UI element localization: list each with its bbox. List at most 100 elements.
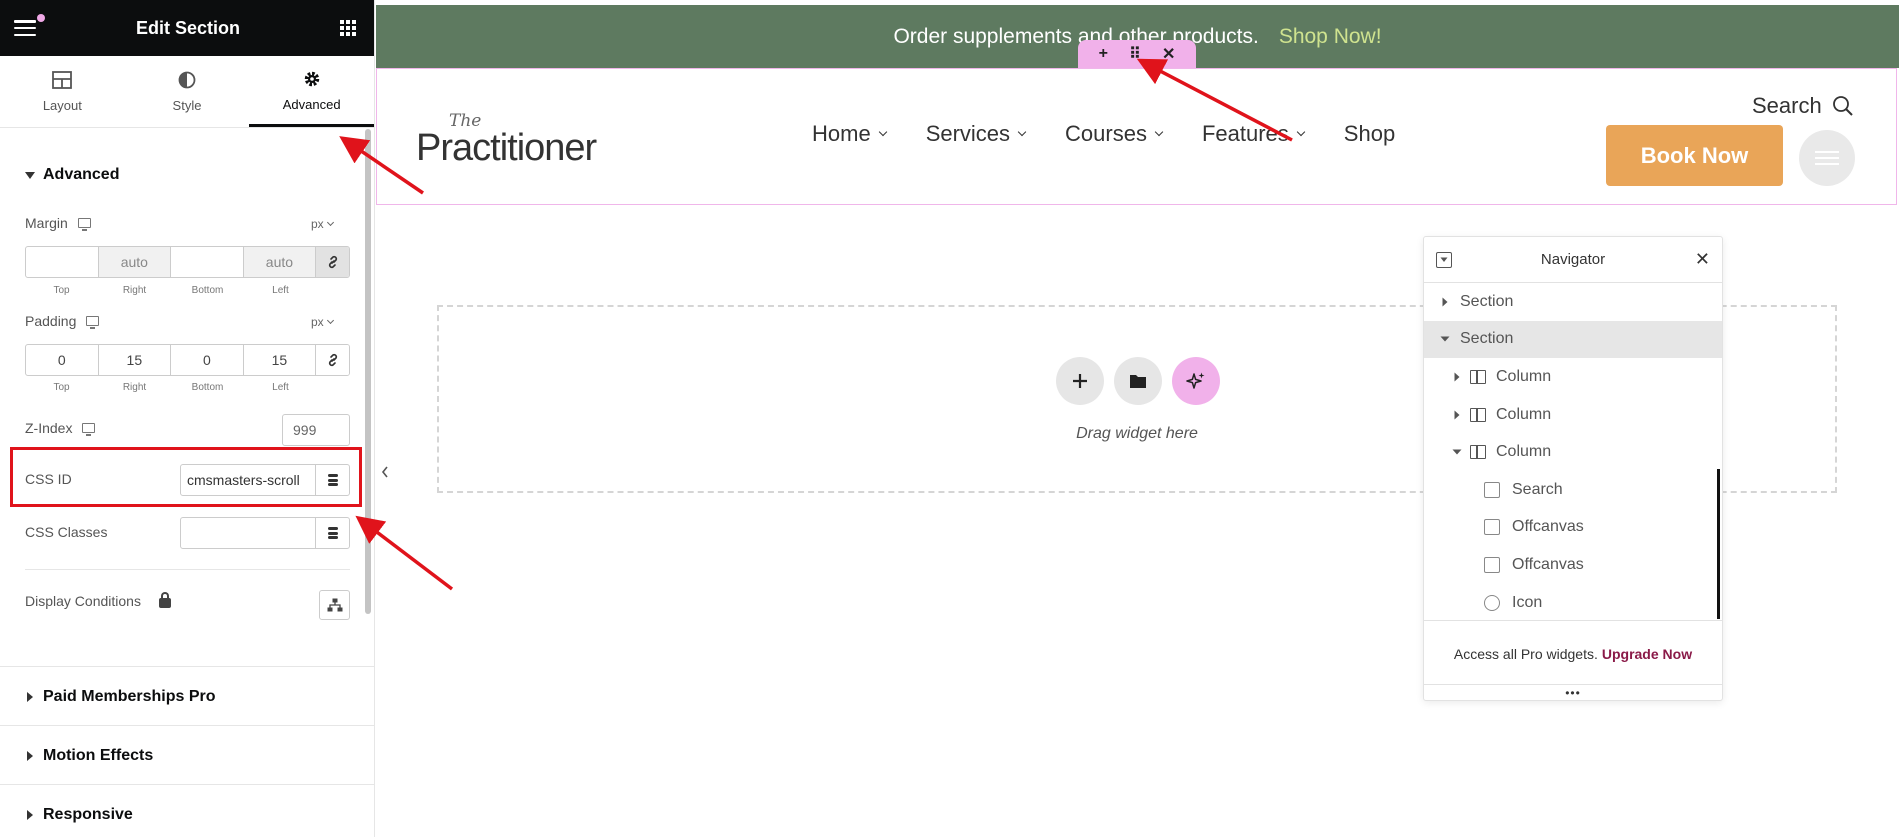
link-icon bbox=[328, 255, 337, 269]
promo-link[interactable]: Shop Now! bbox=[1279, 25, 1382, 49]
caret-down-icon[interactable] bbox=[1450, 449, 1464, 455]
margin-bottom-input[interactable] bbox=[171, 247, 244, 277]
nav-tree-offcanvas-2[interactable]: Offcanvas bbox=[1424, 546, 1722, 584]
lock-icon bbox=[158, 592, 171, 608]
book-now-button[interactable]: Book Now bbox=[1606, 125, 1783, 186]
chevron-down-icon bbox=[326, 218, 334, 227]
site-logo[interactable]: The Practitioner bbox=[416, 111, 597, 170]
css-classes-dynamic-button[interactable] bbox=[315, 518, 349, 548]
layout-icon bbox=[52, 70, 73, 90]
search-widget-icon bbox=[1484, 481, 1500, 498]
panel-title: Edit Section bbox=[135, 17, 240, 38]
nav-tree-icon-widget[interactable]: Icon bbox=[1424, 584, 1722, 622]
add-section-button[interactable]: + bbox=[1099, 45, 1108, 63]
zindex-input[interactable]: 999 bbox=[282, 414, 350, 446]
nav-tree-column-2[interactable]: Column bbox=[1424, 396, 1722, 434]
tab-style[interactable]: Style bbox=[125, 56, 250, 127]
site-header-section[interactable]: The Practitioner Home Services Courses F… bbox=[376, 68, 1897, 205]
nav-courses[interactable]: Courses bbox=[1065, 121, 1164, 147]
column-icon bbox=[1470, 407, 1486, 422]
desktop-icon[interactable] bbox=[86, 316, 100, 329]
caret-right-icon[interactable] bbox=[1438, 297, 1452, 307]
padding-left-input[interactable]: 15 bbox=[244, 345, 317, 375]
delete-section-button[interactable]: ✕ bbox=[1162, 44, 1175, 64]
margin-top-input[interactable] bbox=[26, 247, 99, 277]
nav-tree-label: Column bbox=[1496, 367, 1552, 385]
caret-right-icon[interactable] bbox=[1450, 372, 1464, 382]
padding-sublabel-bottom: Bottom bbox=[191, 382, 224, 393]
nav-label: Features bbox=[1201, 121, 1289, 146]
zindex-label-row: Z-Index bbox=[25, 420, 96, 436]
navigator-header[interactable]: Navigator ✕ bbox=[1424, 237, 1722, 283]
upgrade-link[interactable]: Upgrade Now bbox=[1602, 646, 1692, 662]
nav-home[interactable]: Home bbox=[812, 121, 887, 147]
chevron-down-icon bbox=[1154, 127, 1164, 137]
offcanvas-menu-button[interactable] bbox=[1799, 130, 1855, 186]
navigator-footer: Access all Pro widgets. Upgrade Now bbox=[1424, 620, 1722, 686]
panel-scrollbar[interactable] bbox=[365, 129, 371, 614]
widgets-grid-icon[interactable] bbox=[339, 20, 356, 36]
panel-collapse-button[interactable] bbox=[375, 450, 395, 494]
tab-layout-label: Layout bbox=[42, 98, 82, 113]
padding-bottom-input[interactable]: 0 bbox=[171, 345, 244, 375]
nav-tree-offcanvas-1[interactable]: Offcanvas bbox=[1424, 509, 1722, 547]
margin-right-input[interactable]: auto bbox=[98, 247, 172, 277]
offcanvas-widget-icon bbox=[1484, 519, 1500, 536]
margin-unit-select[interactable]: px bbox=[311, 217, 334, 231]
accordion-paid-memberships[interactable]: Paid Memberships Pro bbox=[0, 666, 374, 726]
padding-unit-select[interactable]: px bbox=[311, 315, 334, 329]
add-element-button[interactable] bbox=[1056, 357, 1104, 405]
nav-tree-column-1[interactable]: Column bbox=[1424, 358, 1722, 396]
nav-tree-section-2[interactable]: Section bbox=[1424, 320, 1722, 359]
menu-icon[interactable] bbox=[14, 14, 45, 36]
margin-left-input[interactable]: auto bbox=[243, 247, 317, 277]
nav-tree-search-widget[interactable]: Search bbox=[1424, 471, 1722, 509]
accordion-label: Responsive bbox=[43, 805, 133, 823]
nav-tree-label: Offcanvas bbox=[1512, 518, 1584, 536]
zindex-label: Z-Index bbox=[25, 420, 73, 436]
drag-section-handle[interactable]: ⠿ bbox=[1129, 44, 1141, 64]
navigator-scrollbar[interactable] bbox=[1717, 469, 1720, 619]
padding-controls: 0 15 0 15 bbox=[25, 344, 350, 376]
nav-shop[interactable]: Shop bbox=[1344, 121, 1395, 147]
nav-tree-label: Offcanvas bbox=[1512, 555, 1584, 573]
caret-right-icon[interactable] bbox=[1450, 410, 1464, 420]
template-library-button[interactable] bbox=[1114, 357, 1162, 405]
padding-unit: px bbox=[311, 315, 324, 329]
margin-sublabel-top: Top bbox=[53, 285, 70, 296]
accordion-responsive[interactable]: Responsive bbox=[0, 784, 374, 837]
display-conditions-button[interactable] bbox=[319, 590, 350, 620]
chevron-down-icon bbox=[1296, 127, 1306, 137]
collapse-all-icon[interactable] bbox=[1436, 252, 1452, 268]
padding-right-input[interactable]: 15 bbox=[99, 345, 172, 375]
nav-label: Home bbox=[812, 121, 871, 146]
ai-generate-button[interactable] bbox=[1172, 357, 1220, 405]
margin-label-row: Margin bbox=[25, 215, 91, 231]
nav-tree-section-1[interactable]: Section bbox=[1424, 283, 1722, 321]
desktop-icon[interactable] bbox=[82, 423, 96, 436]
nav-label: Courses bbox=[1065, 121, 1147, 146]
padding-link-button[interactable] bbox=[316, 345, 349, 375]
nav-tree-column-3[interactable]: Column bbox=[1424, 433, 1722, 471]
margin-link-button[interactable] bbox=[316, 247, 349, 277]
padding-top-input[interactable]: 0 bbox=[26, 345, 99, 375]
desktop-icon[interactable] bbox=[77, 218, 91, 231]
css-id-highlight bbox=[10, 447, 362, 507]
search-label: Search bbox=[1752, 93, 1822, 118]
css-classes-input[interactable] bbox=[181, 518, 315, 548]
nav-services[interactable]: Services bbox=[926, 121, 1027, 147]
margin-sublabels: Top Right Bottom Left bbox=[25, 285, 317, 296]
navigator-title: Navigator bbox=[1540, 251, 1606, 268]
edit-panel: Edit Section Layout Style Advanced Advan… bbox=[0, 0, 375, 837]
header-search[interactable]: Search bbox=[1752, 93, 1854, 119]
tab-layout[interactable]: Layout bbox=[0, 56, 125, 127]
caret-down-icon[interactable] bbox=[1438, 336, 1452, 342]
accordion-motion-effects[interactable]: Motion Effects bbox=[0, 725, 374, 785]
tab-advanced[interactable]: Advanced bbox=[249, 56, 374, 127]
navigator-resize-handle[interactable]: ••• bbox=[1424, 684, 1722, 700]
advanced-section-toggle[interactable]: Advanced bbox=[25, 166, 119, 184]
nav-features[interactable]: Features bbox=[1201, 121, 1306, 147]
offcanvas-widget-icon bbox=[1484, 556, 1500, 573]
close-icon[interactable]: ✕ bbox=[1695, 249, 1710, 270]
logo-name: Practitioner bbox=[416, 127, 597, 169]
